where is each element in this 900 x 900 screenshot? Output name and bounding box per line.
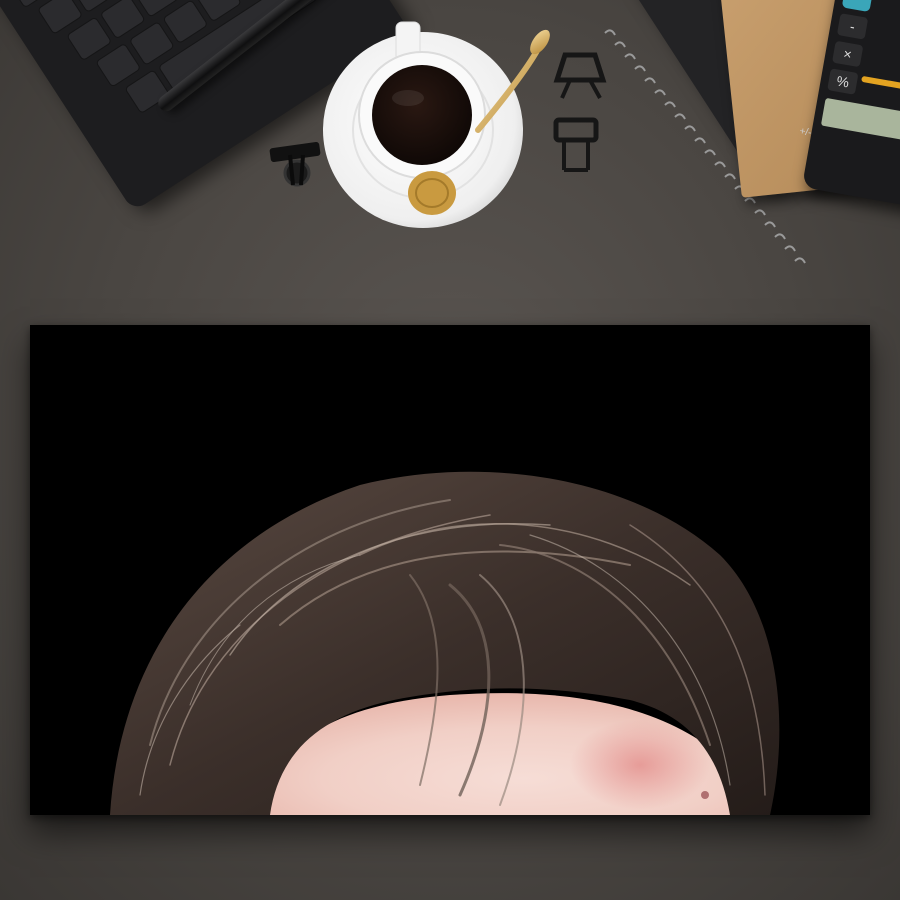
calc-key-multiply: × [831, 40, 864, 68]
calc-key-plus-teal: + [841, 0, 874, 13]
calc-key-minus: - [836, 13, 869, 40]
hair-illustration [30, 325, 870, 815]
calc-key-plusminus: +/- [798, 125, 813, 139]
coffee [372, 65, 472, 165]
calc-orange-keys [861, 75, 900, 94]
calc-display [820, 97, 900, 142]
coffee-cup [323, 21, 550, 228]
calc-key-percent: % [827, 68, 859, 95]
framed-picture [30, 325, 870, 815]
